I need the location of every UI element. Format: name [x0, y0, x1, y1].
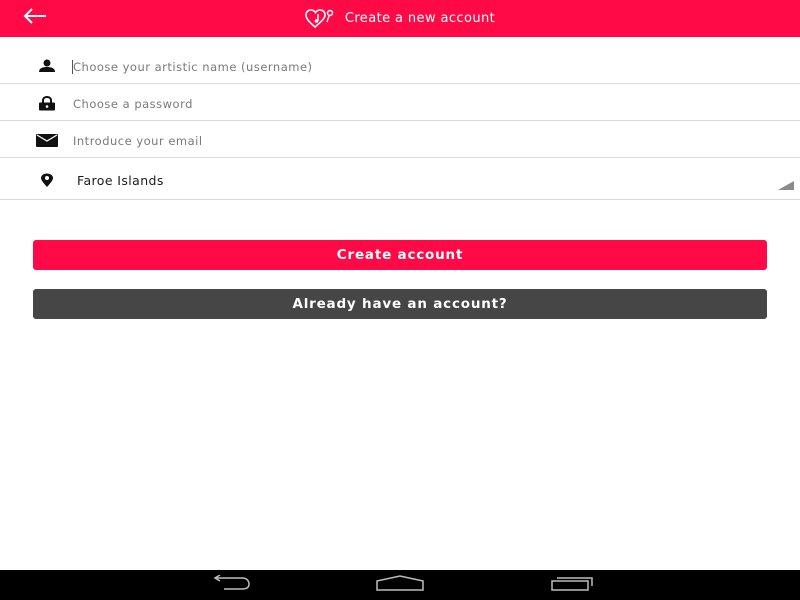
- password-row: [0, 84, 800, 121]
- top-app-bar: Create a new account: [0, 0, 800, 37]
- password-input[interactable]: [73, 96, 784, 112]
- app-screen: Create a new account Choose your artisti…: [0, 0, 800, 600]
- username-row: [0, 48, 800, 84]
- nav-home-button[interactable]: [375, 575, 425, 595]
- nav-recents-icon: [549, 575, 595, 595]
- country-select[interactable]: Faroe Islands: [0, 158, 800, 200]
- arrow-left-icon: [22, 8, 48, 28]
- already-have-account-button[interactable]: Already have an account?: [33, 289, 767, 319]
- create-account-button[interactable]: Create account: [33, 240, 767, 270]
- lock-icon: [36, 95, 58, 111]
- email-input[interactable]: [73, 133, 784, 149]
- person-icon: [36, 58, 58, 74]
- nav-back-icon: [206, 574, 252, 595]
- text-cursor: [72, 60, 73, 74]
- country-selected-value: Faroe Islands: [77, 173, 164, 188]
- page-title: Create a new account: [344, 11, 496, 26]
- nav-home-icon: [375, 575, 425, 595]
- system-navigation-bar: [0, 570, 800, 600]
- username-input[interactable]: [73, 59, 784, 75]
- location-pin-icon: [36, 172, 58, 188]
- title-group: Create a new account: [0, 0, 800, 37]
- envelope-icon: [36, 132, 58, 148]
- email-row: [0, 121, 800, 158]
- heart-music-note-icon: [305, 8, 339, 30]
- back-button[interactable]: [18, 6, 52, 30]
- dropdown-triangle-icon: [778, 181, 794, 190]
- nav-recents-button[interactable]: [547, 575, 597, 595]
- nav-back-button[interactable]: [204, 574, 254, 595]
